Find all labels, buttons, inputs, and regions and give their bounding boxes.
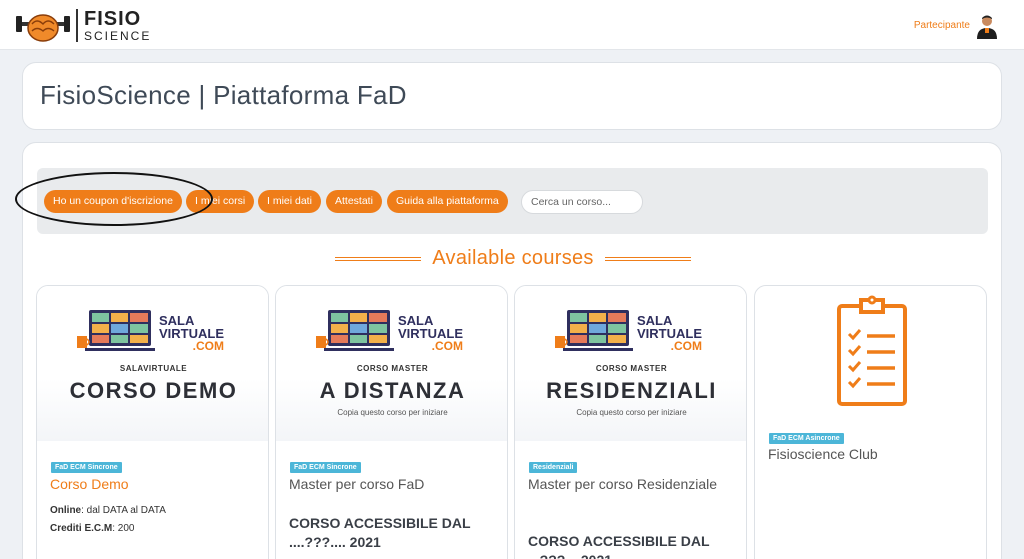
heading-rule-right	[605, 256, 692, 261]
course-banner: SALA VIRTUALE .COM SALAVIRTUALE CORSO DE…	[37, 286, 268, 441]
course-title[interactable]: Fisioscience Club	[768, 445, 973, 463]
course-tag: Residenziali	[529, 462, 578, 473]
clipboard-checklist-icon	[837, 295, 907, 406]
banner-title: A DISTANZA	[319, 378, 466, 403]
course-tag: FaD ECM Sincrone	[51, 462, 122, 473]
salavirtuale-wordmark: SALA VIRTUALE .COM	[159, 314, 224, 352]
course-card[interactable]: SALA VIRTUALE .COM CORSO MASTER RESIDENZ…	[514, 285, 747, 559]
course-title[interactable]: Master per corso Residenziale	[528, 475, 733, 493]
meta-label: Online	[50, 505, 82, 516]
certificates-button[interactable]: Attestati	[326, 190, 382, 213]
banner-title: CORSO DEMO	[69, 378, 238, 403]
logo[interactable]: FISIO SCIENCE	[14, 6, 151, 44]
course-tag: FaD ECM Asincrone	[769, 433, 844, 444]
course-banner: SALA VIRTUALE .COM CORSO MASTER RESIDENZ…	[515, 286, 746, 441]
banner-subtitle: Copia questo corso per iniziare	[576, 408, 687, 417]
video-call-icon	[77, 310, 155, 351]
course-access: CORSO ACCESSIBILE DAL ....???.... 2021	[289, 515, 471, 550]
course-card[interactable]: SALA VIRTUALE .COM SALAVIRTUALE CORSO DE…	[36, 285, 269, 559]
course-tag: FaD ECM Sincrone	[290, 462, 361, 473]
course-banner: SALA VIRTUALE .COM CORSO MASTER A DISTAN…	[276, 286, 507, 441]
toolbar: Ho un coupon d'iscrizione I miei corsi I…	[37, 168, 988, 234]
banner-subtitle: Copia questo corso per iniziare	[337, 408, 448, 417]
course-search-input[interactable]	[521, 190, 643, 214]
banner-kicker: CORSO MASTER	[595, 364, 668, 373]
top-bar: FISIO SCIENCE Partecipante	[0, 0, 1024, 50]
banner-kicker: CORSO MASTER	[356, 364, 429, 373]
section-title: Available courses	[432, 247, 594, 269]
brand-line3: .COM	[670, 339, 702, 353]
salavirtuale-wordmark: SALA VIRTUALE .COM	[637, 314, 702, 352]
page-title-card: FisioScience | Piattaforma FaD	[22, 62, 1002, 130]
coupon-button[interactable]: Ho un coupon d'iscrizione	[44, 190, 182, 213]
course-dates: Online: dal DATA al DATA	[50, 505, 166, 516]
fisioscience-logo-icon	[16, 14, 70, 42]
course-card[interactable]: SALA VIRTUALE .COM CORSO MASTER A DISTAN…	[275, 285, 508, 559]
my-courses-button[interactable]: I miei corsi	[186, 190, 255, 213]
section-heading: Available courses	[23, 247, 1003, 270]
logo-line2: SCIENCE	[84, 28, 152, 43]
my-data-button[interactable]: I miei dati	[258, 190, 321, 213]
banner-title: RESIDENZIALI	[546, 378, 717, 403]
course-card[interactable]: FaD ECM Asincrone Fisioscience Club	[754, 285, 987, 559]
page-title: FisioScience | Piattaforma FaD	[40, 80, 407, 110]
avatar[interactable]	[974, 13, 1000, 39]
meta-value: : 200	[112, 523, 135, 534]
logo-line1: FISIO	[84, 7, 142, 30]
banner-kicker: SALAVIRTUALE	[119, 364, 188, 373]
brand-line3: .COM	[192, 339, 224, 353]
course-credits: Crediti E.C.M: 200	[50, 523, 134, 534]
user-role-menu[interactable]: Partecipante	[914, 20, 970, 31]
video-call-icon	[555, 310, 633, 351]
salavirtuale-wordmark: SALA VIRTUALE .COM	[398, 314, 463, 352]
platform-guide-button[interactable]: Guida alla piattaforma	[387, 190, 508, 213]
logo-wordmark: FISIO SCIENCE	[76, 7, 152, 43]
heading-rule-left	[334, 256, 421, 261]
course-title[interactable]: Master per corso FaD	[289, 475, 494, 493]
video-call-icon	[316, 310, 394, 351]
course-title[interactable]: Corso Demo	[50, 475, 255, 493]
brand-line3: .COM	[431, 339, 463, 353]
meta-value: : dal DATA al DATA	[81, 505, 166, 516]
meta-label: Crediti E.C.M	[50, 523, 113, 534]
course-access: CORSO ACCESSIBILE DAL ...???... 2021	[528, 533, 710, 559]
